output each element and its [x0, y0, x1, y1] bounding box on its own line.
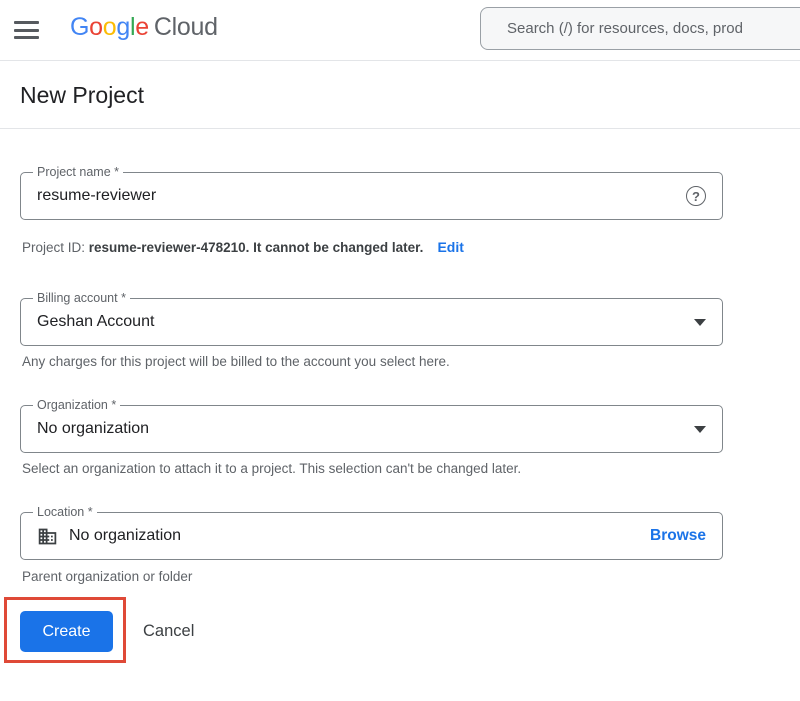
- location-value: No organization: [69, 527, 181, 545]
- chevron-down-icon: [694, 426, 706, 433]
- billing-account-value: Geshan Account: [37, 313, 154, 331]
- edit-project-id-link[interactable]: Edit: [437, 239, 463, 255]
- google-logo-cloud: Cloud: [154, 13, 218, 41]
- google-logo-word: Google: [70, 13, 149, 41]
- menu-icon[interactable]: [14, 21, 39, 40]
- create-button[interactable]: Create: [20, 611, 113, 652]
- project-name-label: Project name *: [33, 164, 123, 181]
- title-divider: [0, 128, 800, 129]
- project-id-text: Project ID: resume-reviewer-478210. It c…: [22, 239, 464, 255]
- location-field[interactable]: Location * No organization Browse: [20, 512, 723, 560]
- project-id-note: It cannot be changed later.: [249, 240, 423, 255]
- search-input[interactable]: Search (/) for resources, docs, prod: [480, 7, 800, 50]
- top-app-bar: GoogleCloud Search (/) for resources, do…: [0, 0, 800, 61]
- page-title: New Project: [20, 82, 144, 109]
- google-cloud-logo[interactable]: GoogleCloud: [70, 13, 218, 42]
- project-name-value: resume-reviewer: [37, 187, 156, 205]
- search-placeholder-text: Search (/) for resources, docs, prod: [507, 20, 743, 37]
- cancel-button[interactable]: Cancel: [143, 611, 194, 652]
- project-id-value: resume-reviewer-478210.: [89, 240, 250, 255]
- billing-account-label: Billing account *: [33, 290, 130, 307]
- organization-select[interactable]: Organization * No organization: [20, 405, 723, 453]
- organization-helper-text: Select an organization to attach it to a…: [22, 461, 521, 476]
- new-project-page: GoogleCloud Search (/) for resources, do…: [0, 0, 800, 701]
- organization-label: Organization *: [33, 397, 120, 414]
- billing-helper-text: Any charges for this project will be bil…: [22, 354, 450, 369]
- project-id-prefix: Project ID:: [22, 240, 89, 255]
- location-label: Location *: [33, 504, 97, 521]
- location-helper-text: Parent organization or folder: [22, 569, 192, 584]
- project-name-input[interactable]: Project name * resume-reviewer ?: [20, 172, 723, 220]
- browse-link[interactable]: Browse: [650, 527, 706, 545]
- chevron-down-icon: [694, 319, 706, 326]
- help-icon[interactable]: ?: [686, 186, 706, 206]
- building-icon: [37, 526, 58, 547]
- billing-account-select[interactable]: Billing account * Geshan Account: [20, 298, 723, 346]
- organization-value: No organization: [37, 420, 149, 438]
